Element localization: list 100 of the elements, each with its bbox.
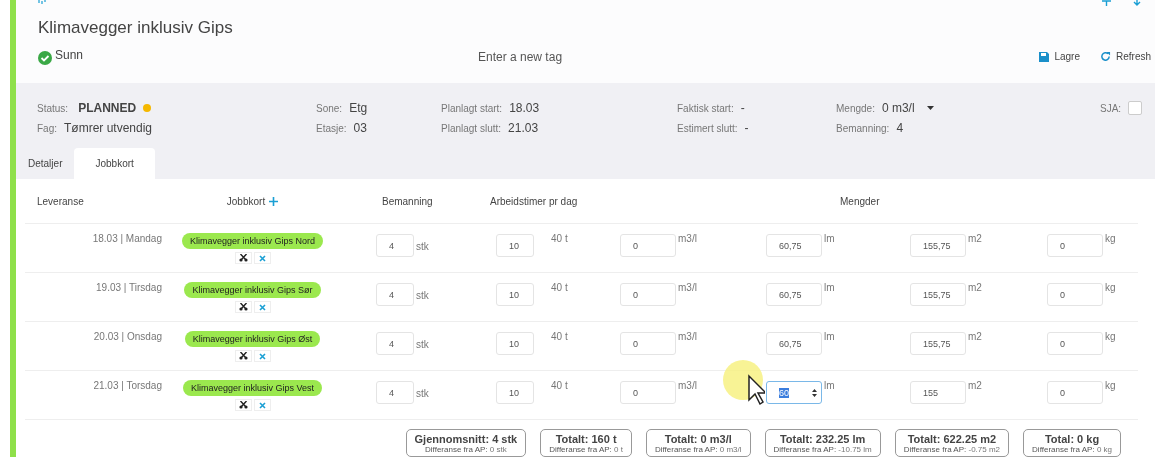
unit-label: m3/l (678, 233, 697, 244)
unit-label: stk (416, 240, 429, 252)
refresh-button[interactable]: Refresh (1100, 51, 1151, 62)
unit-label: m3/l (678, 380, 697, 391)
jobcard-tag[interactable]: Klimavegger inklusiv Gips Nord (181, 233, 323, 249)
difference-text: Differanse fra AP: 0 stk (424, 445, 508, 454)
field-value: 4 (896, 121, 904, 135)
quantity-input[interactable]: 60,75 (766, 283, 822, 306)
staffing-input[interactable]: 4 (376, 234, 414, 257)
unit-label: lm (824, 233, 835, 244)
total-value: Totalt: 232.25 lm (778, 433, 867, 445)
health-status: Sunn (55, 48, 84, 62)
unit-label: kg (1105, 380, 1116, 391)
quantity-input[interactable]: 60 (766, 381, 822, 404)
column-header: Arbeidstimer pr dag (490, 195, 579, 207)
jobcard-tag[interactable]: Klimavegger inklusiv Gips Sør (184, 282, 321, 298)
delivery-date: 18.03 | Mandag (92, 233, 163, 244)
unit-label: stk (416, 338, 429, 350)
quantity-input[interactable]: 0 (620, 283, 676, 306)
unit-label: kg (1105, 331, 1116, 342)
tab[interactable]: Jobbkort (74, 148, 155, 179)
hours-input[interactable]: 10 (496, 381, 534, 404)
quantity-input[interactable]: 0 (1047, 381, 1103, 404)
staffing-input[interactable]: 4 (376, 332, 414, 355)
field-value: - (740, 101, 745, 115)
quantity-input[interactable]: 0 (1047, 283, 1103, 306)
quantity-input[interactable]: 0 (1047, 234, 1103, 257)
jobcard-tag[interactable]: Klimavegger inklusiv Gips Øst (184, 331, 321, 347)
tab[interactable]: Detaljer (16, 148, 75, 179)
unit-label: stk (416, 289, 429, 301)
total-value: Totalt: 0 m3/l (663, 433, 733, 445)
unit-label: stk (416, 387, 429, 399)
unit-label: m3/l (678, 331, 697, 342)
total-value: Totalt: 160 t (554, 433, 618, 445)
column-header: Bemanning (381, 195, 434, 207)
unit-label: m2 (968, 282, 982, 293)
quantity-dropdown[interactable]: 0 m3/l (881, 101, 934, 115)
staffing-input[interactable]: 4 (376, 381, 414, 404)
unit-label: lm (824, 331, 835, 342)
hours-total: 40 t (551, 380, 568, 391)
unit-label: kg (1105, 233, 1116, 244)
quantity-input[interactable]: 155,75 (910, 234, 966, 257)
unit-label: m2 (968, 331, 982, 342)
staffing-input[interactable]: 4 (376, 283, 414, 306)
delivery-date: 21.03 | Torsdag (93, 380, 163, 391)
difference-text: Differanse fra AP: -10.75 lm (773, 445, 872, 454)
hours-input[interactable]: 10 (496, 283, 534, 306)
difference-text: Differanse fra AP: 0 t (549, 445, 623, 454)
field-value: 03 (353, 121, 367, 135)
status-dot (143, 104, 152, 112)
unit-label: m2 (968, 233, 982, 244)
quantity-input[interactable]: 60,75 (766, 332, 822, 355)
field-label: Planlagt start: (441, 102, 503, 114)
check-circle-icon (38, 51, 52, 65)
column-header: Leveranse (36, 195, 84, 207)
cursor-highlight-drawing (721, 358, 765, 408)
quantity-input[interactable]: 155,75 (910, 332, 966, 355)
sja-checkbox[interactable] (1128, 101, 1143, 115)
quantity-input[interactable]: 155,75 (910, 283, 966, 306)
scissors-icon[interactable] (234, 350, 252, 362)
add-icon[interactable] (269, 196, 279, 206)
delivery-date: 20.03 | Onsdag (93, 331, 163, 342)
quantity-input[interactable]: 0 (620, 234, 676, 257)
column-header: Mengder (839, 195, 881, 207)
refresh-icon (1100, 51, 1111, 62)
unit-label: m3/l (678, 282, 697, 293)
save-button[interactable]: Lagre (1039, 51, 1080, 62)
field-value: 21.03 (508, 121, 539, 135)
tag-input-field[interactable]: Enter a new tag (478, 49, 678, 64)
quantity-input[interactable]: 155 (910, 381, 966, 404)
jobcard-tag[interactable]: Klimavegger inklusiv Gips Vest (182, 380, 323, 396)
quantity-input[interactable]: 0 (620, 381, 676, 404)
delivery-date: 19.03 | Tirsdag (96, 282, 163, 293)
scissors-icon[interactable] (234, 301, 252, 313)
scissors-icon[interactable] (234, 252, 252, 264)
quantity-input[interactable]: 0 (1047, 332, 1103, 355)
unit-label: lm (824, 282, 835, 293)
unit-label: m2 (968, 380, 982, 391)
hours-total: 40 t (551, 331, 568, 342)
quantity-input[interactable]: 60,75 (766, 234, 822, 257)
field-value: 18.03 (509, 101, 540, 115)
unit-label: kg (1105, 282, 1116, 293)
column-header: Jobbkort (226, 195, 266, 207)
field-label: Faktisk start: (677, 102, 734, 114)
spinner-icon[interactable] (812, 388, 817, 397)
field-label: Planlagt slutt: (441, 122, 502, 134)
unit-label: lm (824, 380, 835, 391)
hours-total: 40 t (551, 233, 568, 244)
field-label: Bemanning: (836, 122, 890, 134)
plus-icon[interactable] (1102, 0, 1111, 6)
field-label: Status: (37, 102, 69, 114)
hours-input[interactable]: 10 (496, 234, 534, 257)
quantity-input[interactable]: 0 (620, 332, 676, 355)
hours-input[interactable]: 10 (496, 332, 534, 355)
arrow-down-icon[interactable] (1133, 0, 1141, 6)
field-label: Fag: (37, 122, 57, 134)
difference-text: Differanse fra AP: 0 kg (1032, 445, 1112, 454)
field-value: - (744, 121, 749, 135)
caret-icon (926, 106, 934, 110)
scissors-icon[interactable] (234, 399, 252, 411)
